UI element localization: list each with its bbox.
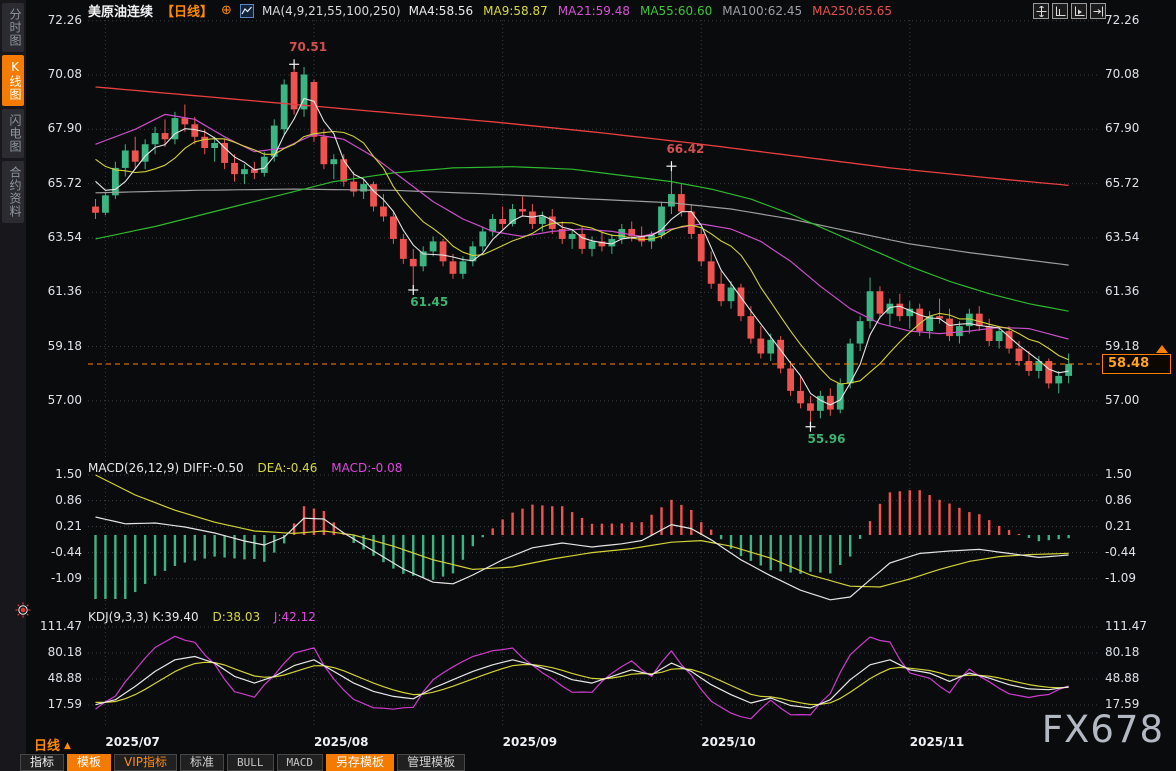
chart-toolbar-icons bbox=[1033, 3, 1106, 19]
live-indicator-icon bbox=[15, 602, 31, 618]
toolbar-tab[interactable]: 另存模板 bbox=[326, 754, 394, 771]
kdj-params-k: KDJ(9,3,3) K:39.40 bbox=[88, 610, 199, 624]
chevron-up-icon: ▲ bbox=[64, 741, 71, 751]
timeframe-label: 日线 bbox=[34, 739, 60, 754]
bottom-toolbar: 指标模板VIP指标标准BULLMACD另存模板管理模板 bbox=[20, 754, 468, 771]
toolbar-tab[interactable]: 标准 bbox=[180, 754, 224, 771]
chart-canvas[interactable] bbox=[0, 0, 1176, 771]
symbol-title: 美原油连续 bbox=[88, 1, 153, 20]
sidebar-item[interactable]: K线图 bbox=[2, 55, 24, 106]
kdj-d-value: D:38.03 bbox=[212, 610, 260, 624]
left-sidebar: 分时图 K线图闪电图合约资料 bbox=[0, 0, 26, 771]
price-up-arrow-icon bbox=[1156, 345, 1168, 353]
shift-right-icon[interactable] bbox=[1090, 3, 1106, 19]
period-tag[interactable]: 【日线】 bbox=[161, 1, 213, 20]
last-price-tag: 58.48 bbox=[1102, 354, 1171, 374]
toolbar-tab[interactable]: 模板 bbox=[67, 754, 111, 771]
ma-legend-item: MA250:65.65 bbox=[812, 4, 892, 18]
settings-icon[interactable]: ⊕ bbox=[221, 4, 232, 17]
macd-params-diff: MACD(26,12,9) DIFF:-0.50 bbox=[88, 461, 244, 475]
chart-header: 美原油连续 【日线】 ⊕ MA(4,9,21,55,100,250) MA4:5… bbox=[88, 2, 892, 19]
macd-header: MACD(26,12,9) DIFF:-0.50 DEA:-0.46 MACD:… bbox=[88, 461, 402, 475]
toolbar-tab[interactable]: 管理模板 bbox=[397, 754, 465, 771]
sidebar-item[interactable]: 分时图 bbox=[2, 3, 24, 52]
macd-dea-value: DEA:-0.46 bbox=[258, 461, 318, 475]
toolbar-tab[interactable]: BULL bbox=[227, 754, 274, 771]
pan-move-icon[interactable] bbox=[1033, 3, 1049, 19]
sidebar-item[interactable]: 合约资料 bbox=[2, 161, 24, 223]
sidebar-item[interactable]: 闪电图 bbox=[2, 109, 24, 158]
app-window: 72.2672.2670.0870.0867.9067.9065.7265.72… bbox=[0, 0, 1176, 771]
kdj-header: KDJ(9,3,3) K:39.40 D:38.03 J:42.12 bbox=[88, 610, 316, 624]
ma-legend-item: MA9:58.87 bbox=[483, 4, 548, 18]
chart-type-icon[interactable] bbox=[240, 4, 254, 18]
ma-group-label: MA(4,9,21,55,100,250) bbox=[262, 4, 401, 18]
y-axis-scale-icon[interactable] bbox=[1052, 3, 1068, 19]
timeframe-selector[interactable]: 日线 ▲ bbox=[34, 735, 71, 754]
toolbar-tab[interactable]: MACD bbox=[277, 754, 324, 771]
ma-legend-item: MA100:62.45 bbox=[722, 4, 802, 18]
ma-legend-item: MA4:58.56 bbox=[409, 4, 474, 18]
ma-legend-item: MA55:60.60 bbox=[640, 4, 712, 18]
toolbar-tab[interactable]: 指标 bbox=[20, 754, 64, 771]
kdj-j-value: J:42.12 bbox=[274, 610, 316, 624]
toolbar-tab[interactable]: VIP指标 bbox=[114, 754, 177, 771]
macd-macd-value: MACD:-0.08 bbox=[331, 461, 402, 475]
ma-legend: MA4:58.56 MA9:58.87 MA21:59.48 MA55:60.60 MA… bbox=[409, 4, 892, 18]
ma-legend-item: MA21:59.48 bbox=[558, 4, 630, 18]
x-axis-scale-icon[interactable] bbox=[1071, 3, 1087, 19]
brand-watermark: FX678 bbox=[1042, 708, 1164, 751]
